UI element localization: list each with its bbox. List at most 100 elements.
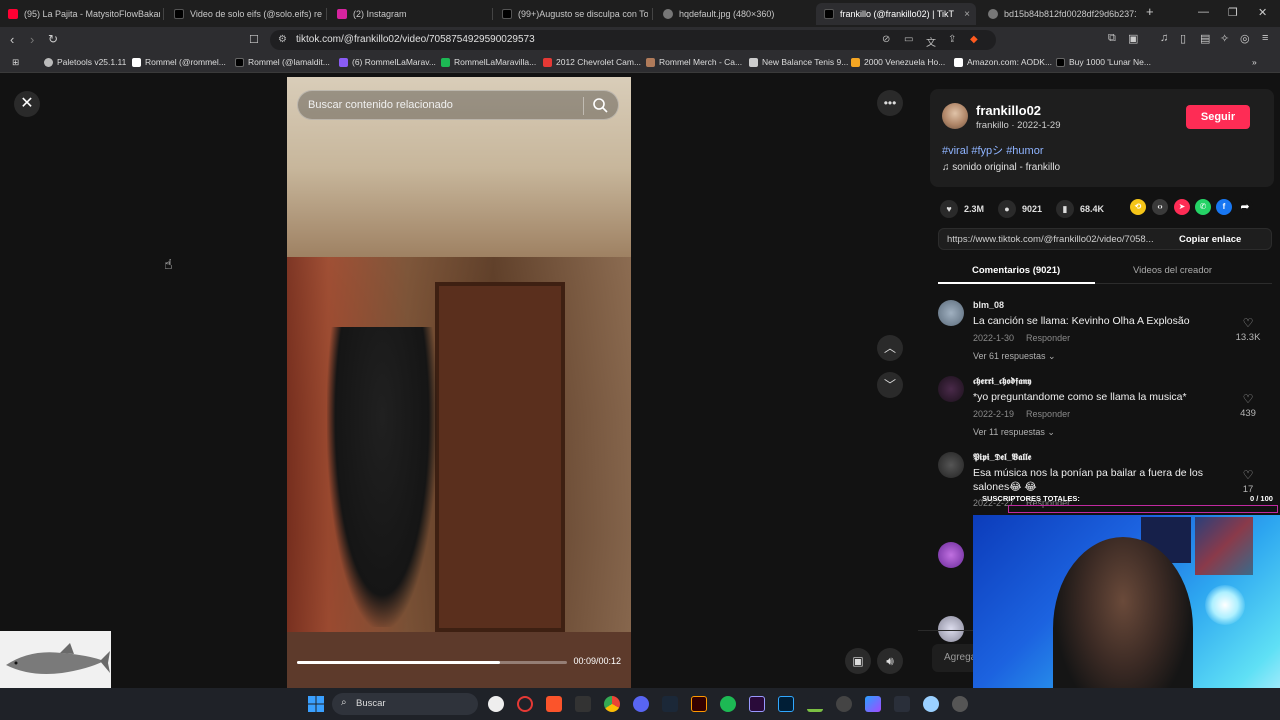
more-options-icon[interactable]: ••• — [877, 90, 903, 116]
browser-tab[interactable]: bd15b84b812fd0028df29d6b237115 — [980, 3, 1136, 25]
browser-tab[interactable]: (2) Instagram — [329, 3, 489, 25]
browser-tab[interactable]: (95) La Pajita - MatysitoFlowBakan0 | — [0, 3, 160, 25]
apps-icon[interactable]: ⊞ — [12, 57, 19, 68]
more-bookmarks-icon[interactable]: » — [1252, 57, 1257, 67]
comment-button[interactable]: ● 9021 — [998, 200, 1042, 218]
copy-link-button[interactable]: Copiar enlace — [1179, 234, 1241, 245]
new-tab-button[interactable]: + — [1146, 4, 1154, 19]
illustrator-icon[interactable] — [691, 696, 707, 712]
windows-start-icon[interactable] — [308, 696, 324, 712]
maximize-icon[interactable]: ❐ — [1228, 6, 1238, 19]
send-icon[interactable]: ➤ — [1174, 199, 1190, 215]
spotify-icon[interactable] — [720, 696, 736, 712]
comment-username[interactable]: blm_08 — [973, 300, 1004, 310]
browser-tab[interactable]: (99+)Augusto se disculpa con Tomá — [494, 3, 648, 25]
like-button[interactable]: ♥ 2.3M — [940, 200, 984, 218]
video-progress-bar[interactable] — [297, 661, 567, 664]
back-icon[interactable]: ‹ — [10, 32, 14, 47]
view-replies-button[interactable]: Ver 61 respuestas ⌄ — [973, 351, 1056, 362]
photoshop-icon[interactable] — [778, 696, 794, 712]
follow-button[interactable]: Seguir — [1186, 105, 1250, 129]
bookmark-item[interactable]: (6) RommelLaMarav... — [339, 57, 436, 67]
wallet-icon[interactable]: ▤ — [1200, 32, 1210, 45]
browser-tab[interactable]: hqdefault.jpg (480×360) — [655, 3, 811, 25]
share-icon[interactable]: ⇪ — [948, 34, 956, 45]
music-icon[interactable]: ♫ — [1160, 32, 1168, 44]
bookmark-item[interactable]: Buy 1000 'Lunar Ne... — [1056, 57, 1151, 67]
sidebar-icon[interactable]: ▯ — [1180, 32, 1186, 45]
close-tab-icon[interactable]: × — [964, 9, 970, 20]
save-button[interactable]: ▮ 68.4K — [1056, 200, 1104, 218]
brave-icon[interactable] — [546, 696, 562, 712]
related-search-input[interactable]: Buscar contenido relacionado — [297, 90, 619, 120]
bookmark-item[interactable]: 2012 Chevrolet Cam... — [543, 57, 641, 67]
bookmark-item[interactable]: Rommel (@rommel... — [132, 57, 226, 67]
facebook-icon[interactable]: f — [1216, 199, 1232, 215]
close-window-icon[interactable]: ✕ — [1258, 6, 1267, 19]
heart-icon[interactable]: ♡ — [1228, 468, 1268, 482]
bookmark-item[interactable]: New Balance Tenis 9... — [749, 57, 848, 67]
premiere-icon[interactable] — [749, 696, 765, 712]
extensions-icon[interactable]: ⧉ — [1108, 32, 1116, 45]
video-player[interactable]: Buscar contenido relacionado 00:09/00:12 — [287, 77, 631, 688]
avatar[interactable] — [938, 300, 964, 326]
opera-icon[interactable] — [517, 696, 533, 712]
menu-icon[interactable]: ≡ — [1262, 32, 1268, 44]
whatsapp-icon[interactable]: ✆ — [1195, 199, 1211, 215]
translate-icon[interactable]: 文 — [926, 34, 936, 49]
reply-button[interactable]: Responder — [1026, 409, 1070, 419]
bookmark-item[interactable]: Paletools v25.1.11 — [44, 57, 126, 67]
sound-link[interactable]: ♫ sonido original - frankillo — [942, 162, 1060, 173]
taskbar-search[interactable]: ⌕ Buscar — [332, 693, 478, 715]
heart-icon[interactable]: ♡ — [1228, 316, 1268, 330]
app-icon[interactable] — [923, 696, 939, 712]
bookmark-item[interactable]: Rommel Merch - Ca... — [646, 57, 742, 67]
app-icon[interactable] — [952, 696, 968, 712]
url-field[interactable]: ⚙ tiktok.com/@frankillo02/video/70587549… — [270, 30, 996, 50]
app-icon[interactable] — [836, 696, 852, 712]
install-icon[interactable]: ▭ — [904, 34, 913, 45]
avatar[interactable] — [938, 542, 964, 568]
bookmark-item[interactable]: 2000 Venezuela Ho... — [851, 57, 945, 67]
steam-icon[interactable] — [662, 696, 678, 712]
previous-video-icon[interactable]: ︿ — [877, 335, 903, 361]
avatar[interactable] — [938, 616, 964, 642]
avatar[interactable] — [938, 452, 964, 478]
no-camera-icon[interactable]: ⊘ — [882, 34, 890, 45]
repost-icon[interactable]: ⟲ — [1130, 199, 1146, 215]
avatar[interactable] — [942, 103, 968, 129]
avatar[interactable] — [938, 376, 964, 402]
wallet-icon[interactable]: ▣ — [1128, 32, 1138, 45]
bookmark-item[interactable]: RommelLaMaravilla... — [441, 57, 536, 67]
hashtags[interactable]: #viral #fypシ #humor — [942, 142, 1044, 158]
comment-username[interactable]: 𝕻𝖎𝖕𝖎_𝕯𝖊𝖑_𝖁𝖆𝖑𝖑𝖊 — [973, 452, 1031, 463]
app-icon[interactable] — [575, 696, 591, 712]
heart-icon[interactable]: ♡ — [1228, 392, 1268, 406]
app-icon[interactable] — [865, 696, 881, 712]
bookmark-item[interactable]: Rommel (@lamaldit... — [235, 57, 330, 67]
forward-icon[interactable]: › — [30, 32, 34, 47]
embed-icon[interactable]: ‹› — [1152, 199, 1168, 215]
volume-icon[interactable]: 🔊︎ — [877, 648, 903, 674]
share-icon[interactable]: ➦ — [1237, 199, 1253, 215]
bookmark-item[interactable]: Amazon.com: AODK... — [954, 57, 1052, 67]
bookmark-icon[interactable]: ☐ — [249, 33, 259, 46]
vpn-icon[interactable]: ◎ — [1240, 32, 1250, 45]
minimize-icon[interactable]: — — [1198, 6, 1209, 18]
view-replies-button[interactable]: Ver 11 respuestas ⌄ — [973, 427, 1055, 438]
app-icon[interactable] — [894, 696, 910, 712]
browser-tab[interactable]: Video de solo eifs (@solo.eifs) relac — [166, 3, 322, 25]
site-info-icon[interactable]: ⚙ — [278, 34, 287, 45]
comment-username[interactable]: 𝖈𝖍𝖊𝖗𝖗𝖎_𝖈𝖍𝖔𝖉𝖋𝖆𝖓𝖞 — [973, 376, 1031, 387]
reply-button[interactable]: Responder — [1026, 333, 1070, 343]
app-icon[interactable] — [488, 696, 504, 712]
brave-shield-icon[interactable]: ◆ — [970, 34, 978, 45]
pip-icon[interactable]: ▣ — [845, 648, 871, 674]
app-icon[interactable] — [807, 696, 823, 712]
leo-icon[interactable]: ✧ — [1220, 32, 1229, 45]
search-icon[interactable] — [592, 97, 608, 113]
discord-icon[interactable] — [633, 696, 649, 712]
next-video-icon[interactable]: ﹀ — [877, 372, 903, 398]
creator-username[interactable]: frankillo02 — [976, 103, 1041, 118]
close-icon[interactable]: ✕ — [14, 91, 40, 117]
